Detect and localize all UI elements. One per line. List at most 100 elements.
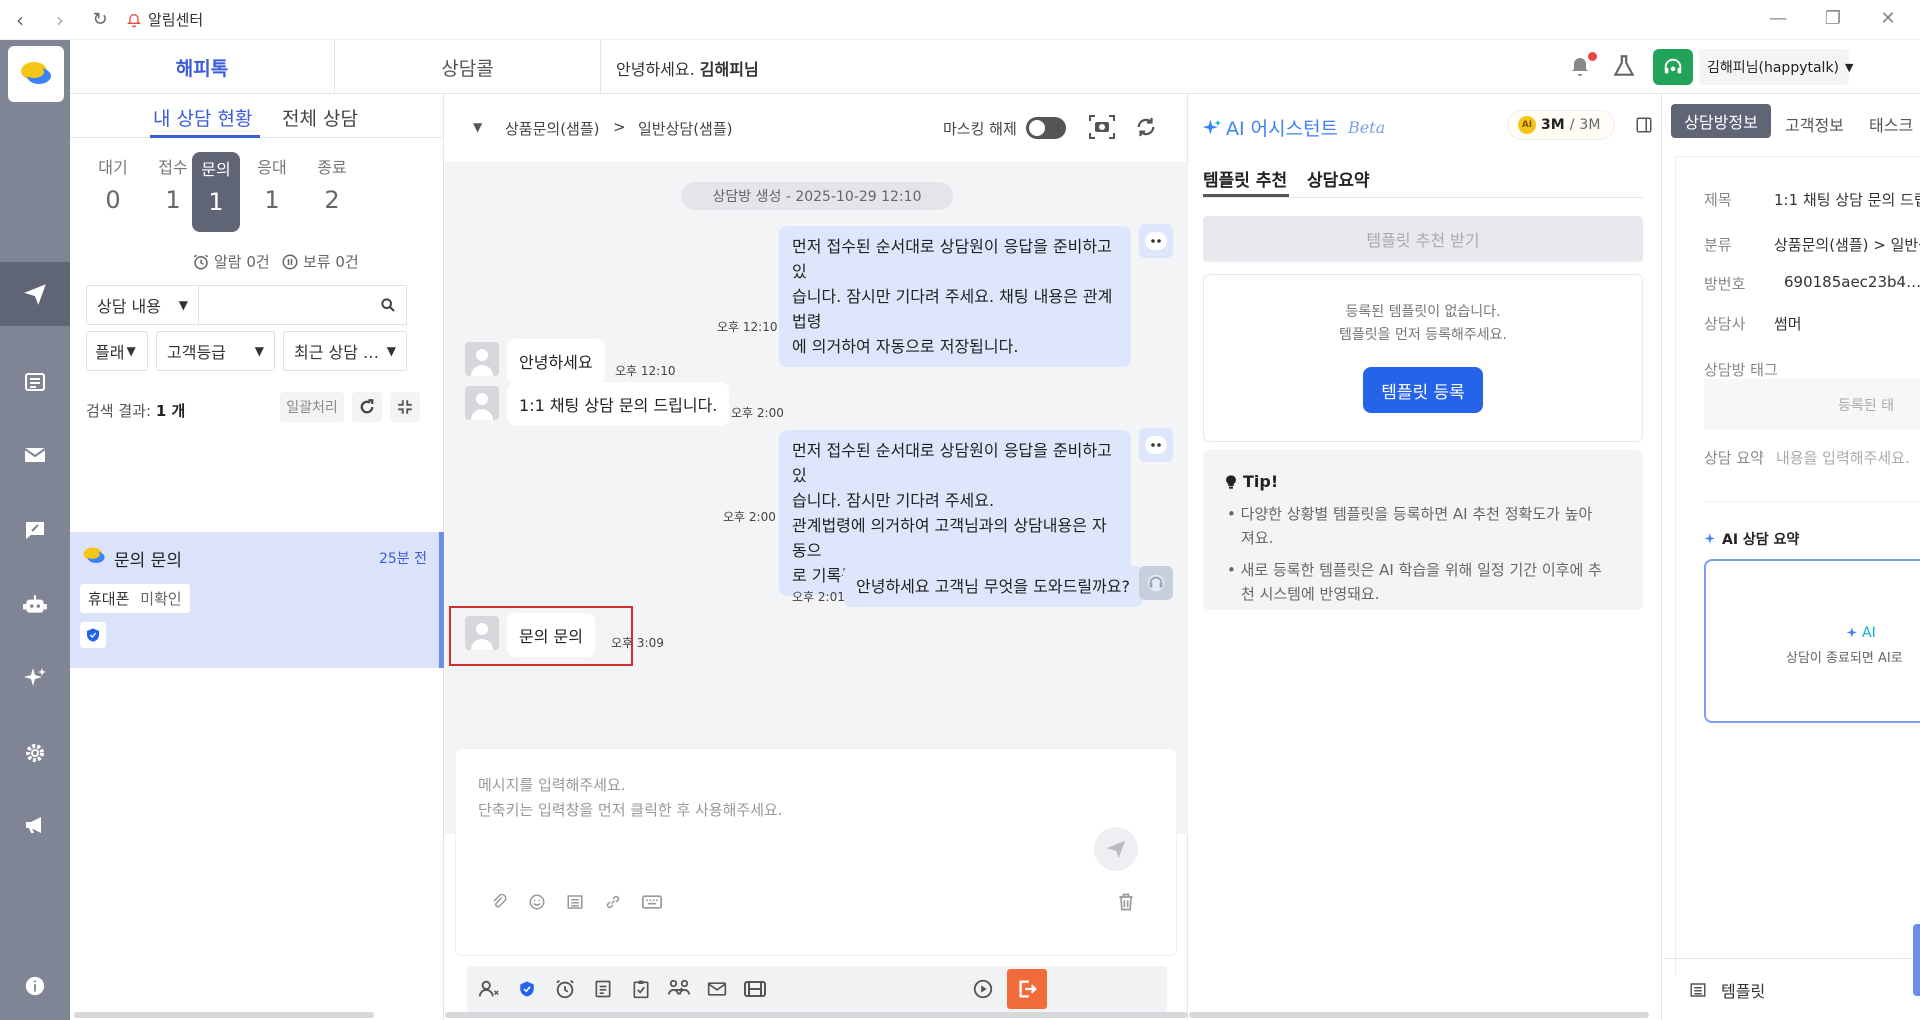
template-empty-card: 등록된 템플릿이 없습니다. 템플릿을 먼저 등록해주세요. 템플릿 등록 bbox=[1203, 274, 1643, 442]
rail-bot-button[interactable] bbox=[0, 572, 70, 636]
stat-closed[interactable]: 종료 2 bbox=[307, 154, 357, 214]
stat-waiting[interactable]: 대기 0 bbox=[88, 154, 138, 214]
profile-dropdown[interactable]: 김해피님(happytalk) ▼ bbox=[1699, 49, 1854, 85]
headset-icon bbox=[1664, 58, 1682, 74]
alarm-counter[interactable]: 알람 0건 bbox=[192, 251, 270, 272]
chat-scrollbar[interactable] bbox=[445, 1012, 1188, 1018]
collapse-button[interactable] bbox=[390, 392, 420, 422]
task-button[interactable] bbox=[623, 971, 659, 1007]
refresh-button[interactable] bbox=[352, 392, 382, 422]
back-icon[interactable]: ‹ bbox=[0, 8, 40, 32]
customer-block-button[interactable] bbox=[471, 971, 507, 1007]
usage-badge: AI 3M / 3M bbox=[1507, 110, 1615, 140]
screenshot-button[interactable] bbox=[1088, 114, 1116, 144]
trash-icon[interactable] bbox=[1116, 891, 1136, 917]
alarm-button[interactable] bbox=[547, 971, 583, 1007]
agent-status-button[interactable] bbox=[1653, 49, 1693, 85]
rail-settings-button[interactable] bbox=[0, 721, 70, 785]
tab-my-consult[interactable]: 내 상담 현황 bbox=[153, 104, 252, 131]
tab-call[interactable]: 상담콜 bbox=[335, 40, 601, 94]
attach-icon[interactable] bbox=[490, 893, 508, 915]
emoji-icon[interactable] bbox=[528, 893, 546, 915]
search-icon[interactable] bbox=[380, 297, 396, 313]
search-type-select[interactable]: 상담 내용 ▼ bbox=[86, 285, 199, 325]
search-input[interactable] bbox=[198, 285, 407, 325]
hold-counter[interactable]: 보류 0건 bbox=[281, 251, 359, 272]
recommend-template-button[interactable]: 템플릿 추천 받기 bbox=[1203, 216, 1643, 262]
tab-task[interactable]: 태스크 bbox=[1869, 112, 1913, 136]
chat-list-item[interactable]: 문의 문의 25분 전 휴대폰 미확인 bbox=[70, 532, 444, 668]
send-button[interactable] bbox=[1094, 827, 1138, 871]
list-scrollbar[interactable] bbox=[74, 1012, 374, 1018]
caret-down-icon[interactable]: ▼ bbox=[473, 120, 482, 134]
room-tag-label: 상담방 태그 bbox=[1704, 361, 1778, 379]
transfer-button[interactable] bbox=[661, 971, 697, 1007]
toggle-knob bbox=[1029, 120, 1045, 136]
app-logo[interactable] bbox=[8, 46, 64, 102]
stat-inquiry[interactable]: 문의 1 bbox=[192, 152, 240, 232]
message-area[interactable]: 상담방 생성 - 2025-10-29 12:10 먼저 접수된 순서대로 상담… bbox=[445, 162, 1188, 834]
keyboard-icon[interactable] bbox=[642, 893, 662, 915]
channel-tag: 휴대폰 미확인 bbox=[80, 584, 190, 613]
ticket-button[interactable] bbox=[737, 971, 773, 1007]
notification-button[interactable] bbox=[1568, 52, 1597, 82]
sparkle-icon bbox=[24, 668, 46, 686]
breadcrumb-subcategory[interactable]: 일반상담(샘플) bbox=[638, 118, 733, 139]
rail-notice-button[interactable] bbox=[0, 793, 70, 857]
rail-list-button[interactable] bbox=[0, 350, 70, 414]
message-time: 오후 3:09 bbox=[611, 636, 664, 650]
stat-responding[interactable]: 응대 1 bbox=[247, 154, 297, 214]
link-icon[interactable] bbox=[604, 893, 622, 915]
minimize-icon[interactable]: — bbox=[1763, 8, 1793, 29]
tab-summary[interactable]: 상담요약 bbox=[1307, 166, 1370, 191]
forward-icon[interactable]: › bbox=[40, 8, 80, 32]
message-composer[interactable]: 메시지를 입력해주세요. 단축키는 입력창을 먼저 클릭한 후 사용해주세요. bbox=[455, 748, 1177, 956]
template-shortcut[interactable]: 템플릿 bbox=[1689, 978, 1765, 1002]
tip-item: • 새로 등록한 템플릿은 AI 학습을 위해 일정 기간 이후에 추 천 시스… bbox=[1227, 558, 1637, 606]
reload-icon[interactable]: ↻ bbox=[80, 9, 120, 30]
chat-action-toolbar bbox=[467, 966, 1167, 1012]
summary-input[interactable]: 내용을 입력해주세요. bbox=[1776, 447, 1910, 468]
assistant-scrollbar[interactable] bbox=[1189, 1012, 1649, 1018]
summary-label: 상담 요약 bbox=[1704, 449, 1764, 467]
rail-ai-button[interactable] bbox=[0, 646, 70, 710]
register-template-button[interactable]: 템플릿 등록 bbox=[1363, 367, 1483, 413]
rail-info-button[interactable] bbox=[0, 954, 70, 1018]
recent-filter[interactable]: 최근 상담 … ▼ bbox=[283, 331, 407, 371]
tab-customer-info[interactable]: 고객정보 bbox=[1785, 112, 1844, 136]
tab-happytalk[interactable]: 해피톡 bbox=[70, 40, 335, 94]
email-button[interactable] bbox=[699, 971, 735, 1007]
refresh-button[interactable] bbox=[1135, 116, 1157, 142]
alarm-clock-icon bbox=[193, 254, 209, 269]
panel-toggle-button[interactable] bbox=[1635, 116, 1653, 138]
room-tag-field[interactable]: 등록된 태 bbox=[1704, 379, 1920, 429]
tip-line: 다양한 상황별 템플릿을 등록하면 AI 추천 정확도가 높아 bbox=[1240, 505, 1593, 523]
security-button[interactable] bbox=[509, 971, 545, 1007]
rail-memo-button[interactable] bbox=[0, 498, 70, 562]
play-button[interactable] bbox=[965, 971, 1001, 1007]
end-chat-button[interactable] bbox=[1007, 969, 1047, 1009]
tab-template-recommend[interactable]: 템플릿 추천 bbox=[1203, 166, 1287, 191]
template-list-icon[interactable] bbox=[566, 893, 584, 915]
breadcrumb-category[interactable]: 상품문의(샘플) bbox=[505, 118, 600, 139]
masking-toggle[interactable] bbox=[1026, 117, 1066, 139]
ai-summary-inner-title: AI bbox=[1846, 625, 1876, 641]
memo-button[interactable] bbox=[585, 971, 621, 1007]
side-scroll-handle[interactable] bbox=[1913, 924, 1920, 996]
bot-avatar bbox=[1139, 224, 1173, 258]
grade-filter[interactable]: 고객등급 ▼ bbox=[156, 331, 275, 371]
tab-room-info[interactable]: 상담방정보 bbox=[1671, 104, 1771, 138]
platform-filter[interactable]: 플래 ▼ bbox=[86, 331, 148, 371]
tab-all-consult[interactable]: 전체 상담 bbox=[282, 104, 358, 131]
rail-chat-button[interactable] bbox=[0, 262, 70, 326]
rail-mail-button[interactable] bbox=[0, 423, 70, 487]
info-value[interactable]: 690185aec23b4… bbox=[1784, 273, 1920, 291]
sparkle-icon bbox=[1846, 627, 1858, 638]
stat-received[interactable]: 접수 1 bbox=[148, 154, 198, 214]
lab-button[interactable] bbox=[1611, 52, 1637, 84]
close-icon[interactable]: ✕ bbox=[1873, 8, 1903, 29]
customer-avatar bbox=[465, 616, 499, 650]
batch-process-button[interactable]: 일괄처리 bbox=[280, 392, 344, 422]
customer-message: 문의 문의 bbox=[507, 613, 595, 657]
restore-icon[interactable]: ❐ bbox=[1818, 8, 1848, 29]
